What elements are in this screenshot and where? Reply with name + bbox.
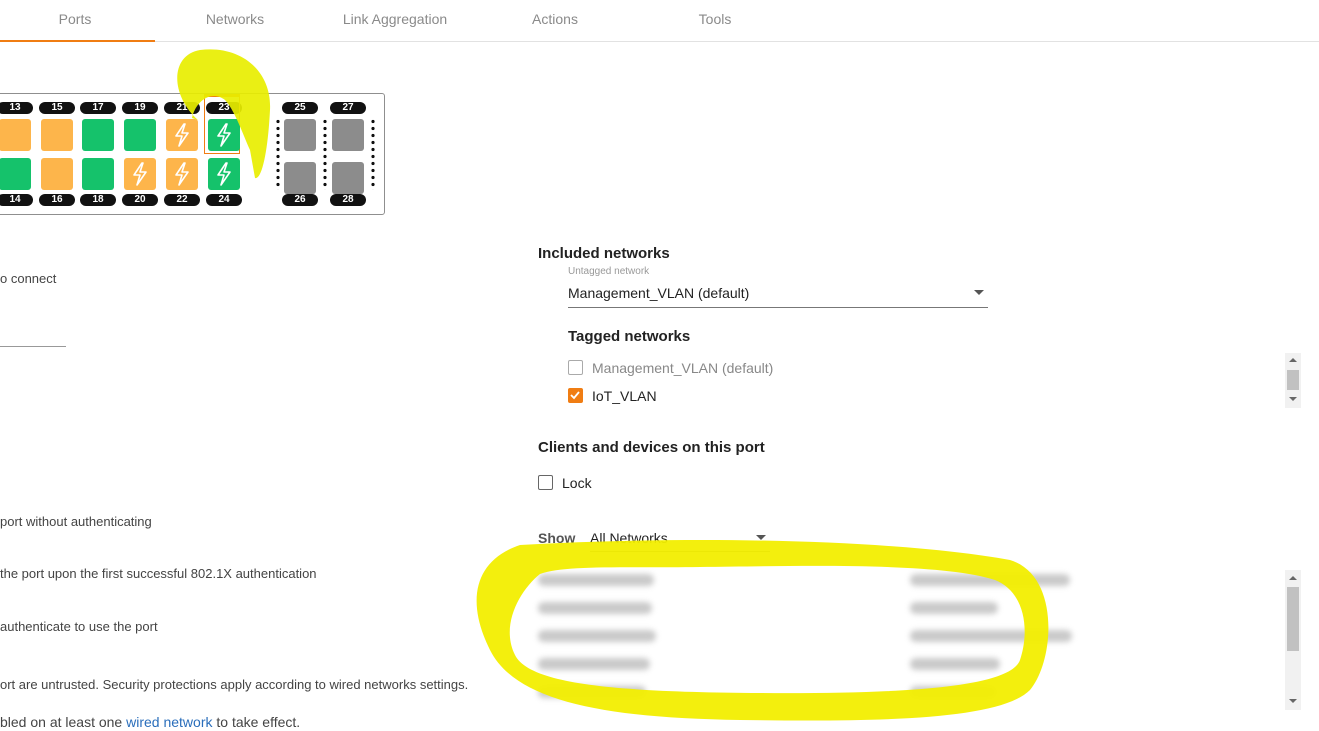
client-row-1-id	[538, 574, 654, 586]
port-17[interactable]	[82, 119, 114, 151]
port-label-22: 22	[164, 194, 200, 206]
port-23[interactable]	[208, 119, 240, 151]
tab-actions[interactable]: Actions	[475, 0, 635, 42]
port-27[interactable]	[332, 119, 364, 151]
client-row-1-detail	[910, 574, 1070, 586]
poe-lightning-icon	[175, 162, 189, 186]
wired-note-suffix: to take effect.	[212, 714, 301, 730]
show-select-underline	[590, 551, 770, 552]
untrusted-description: ort are untrusted. Security protections …	[0, 677, 469, 692]
port-18[interactable]	[82, 158, 114, 190]
wired-note-prefix: bled on at least one	[0, 714, 127, 730]
port-15[interactable]	[41, 119, 73, 151]
tagged-management-vlan-checkbox[interactable]	[568, 360, 583, 375]
client-list-scrollbar[interactable]	[1285, 570, 1301, 710]
tagged-iot-vlan-label: IoT_VLAN	[592, 388, 657, 404]
option-description-2: the port upon the first successful 802.1…	[0, 566, 317, 581]
scrollbar-thumb[interactable]	[1287, 370, 1299, 390]
port-label-13: 13	[0, 102, 33, 114]
checkmark-icon	[570, 391, 580, 400]
scroll-down-icon[interactable]	[1289, 699, 1297, 703]
port-label-15: 15	[39, 102, 75, 114]
port-20[interactable]	[124, 158, 156, 190]
chevron-down-icon	[974, 290, 984, 295]
lock-label: Lock	[562, 475, 592, 491]
untagged-select-underline	[568, 307, 988, 308]
untagged-network-select[interactable]: Management_VLAN (default)	[568, 285, 749, 301]
tab-bar: Ports Networks Link Aggregation Actions …	[0, 0, 1319, 42]
left-field-underline	[0, 346, 66, 347]
tab-networks[interactable]: Networks	[155, 0, 315, 42]
port-label-21: 21	[164, 102, 200, 114]
port-label-17: 17	[80, 102, 116, 114]
poe-lightning-icon	[217, 123, 231, 147]
client-row-2-detail	[910, 602, 998, 614]
client-row-2-id	[538, 602, 652, 614]
port-label-27: 27	[330, 102, 366, 114]
clients-heading: Clients and devices on this port	[538, 439, 765, 456]
tagged-networks-heading: Tagged networks	[568, 328, 691, 345]
lock-checkbox[interactable]	[538, 475, 553, 490]
client-row-3-detail	[910, 630, 1072, 642]
port-label-26: 26	[282, 194, 318, 206]
scroll-down-icon[interactable]	[1289, 397, 1297, 401]
included-networks-heading: Included networks	[538, 245, 670, 262]
show-label: Show	[538, 530, 576, 546]
port-26[interactable]	[284, 162, 316, 194]
option-description-1: port without authenticating	[0, 514, 152, 529]
show-networks-select[interactable]: All Networks	[590, 530, 668, 546]
port-19[interactable]	[124, 119, 156, 151]
poe-lightning-icon	[217, 162, 231, 186]
client-row-5-id	[538, 686, 646, 698]
poe-lightning-icon	[175, 123, 189, 147]
port-label-24: 24	[206, 194, 242, 206]
port-label-19: 19	[122, 102, 158, 114]
port-21[interactable]	[166, 119, 198, 151]
tagged-iot-vlan-checkbox[interactable]	[568, 388, 583, 403]
port-28[interactable]	[332, 162, 364, 194]
connect-description: o connect	[0, 271, 57, 286]
tagged-management-vlan-label: Management_VLAN (default)	[592, 360, 774, 376]
wired-network-note: bled on at least one wired network to ta…	[0, 714, 300, 730]
sfp-separator-right	[371, 118, 375, 190]
chevron-down-icon	[756, 535, 766, 540]
switch-port-panel: 13 15 17 19 21 23 25 27 14 16 18 20 22 2…	[0, 93, 385, 215]
client-row-3-id	[538, 630, 656, 642]
port-label-20: 20	[122, 194, 158, 206]
tagged-networks-scrollbar[interactable]	[1285, 353, 1301, 408]
port-22[interactable]	[166, 158, 198, 190]
port-label-25: 25	[282, 102, 318, 114]
tab-tools[interactable]: Tools	[635, 0, 795, 42]
port-16[interactable]	[41, 158, 73, 190]
sfp-separator-mid	[323, 118, 327, 190]
client-row-4-id	[538, 658, 650, 670]
tab-link-aggregation[interactable]: Link Aggregation	[315, 0, 475, 42]
port-label-28: 28	[330, 194, 366, 206]
port-label-18: 18	[80, 194, 116, 206]
port-24[interactable]	[208, 158, 240, 190]
port-13[interactable]	[0, 119, 31, 151]
tab-ports[interactable]: Ports	[0, 0, 155, 42]
wired-network-link[interactable]: wired network	[126, 714, 212, 730]
port-label-14: 14	[0, 194, 33, 206]
option-description-3: authenticate to use the port	[0, 619, 158, 634]
port-label-16: 16	[39, 194, 75, 206]
client-row-4-detail	[910, 658, 1000, 670]
poe-lightning-icon	[133, 162, 147, 186]
scroll-up-icon[interactable]	[1289, 576, 1297, 580]
untagged-network-label: Untagged network	[568, 266, 650, 277]
port-14[interactable]	[0, 158, 31, 190]
client-row-5-detail	[910, 686, 996, 698]
sfp-separator-left	[276, 118, 280, 190]
scrollbar-thumb[interactable]	[1287, 587, 1299, 651]
scroll-up-icon[interactable]	[1289, 358, 1297, 362]
port-25[interactable]	[284, 119, 316, 151]
